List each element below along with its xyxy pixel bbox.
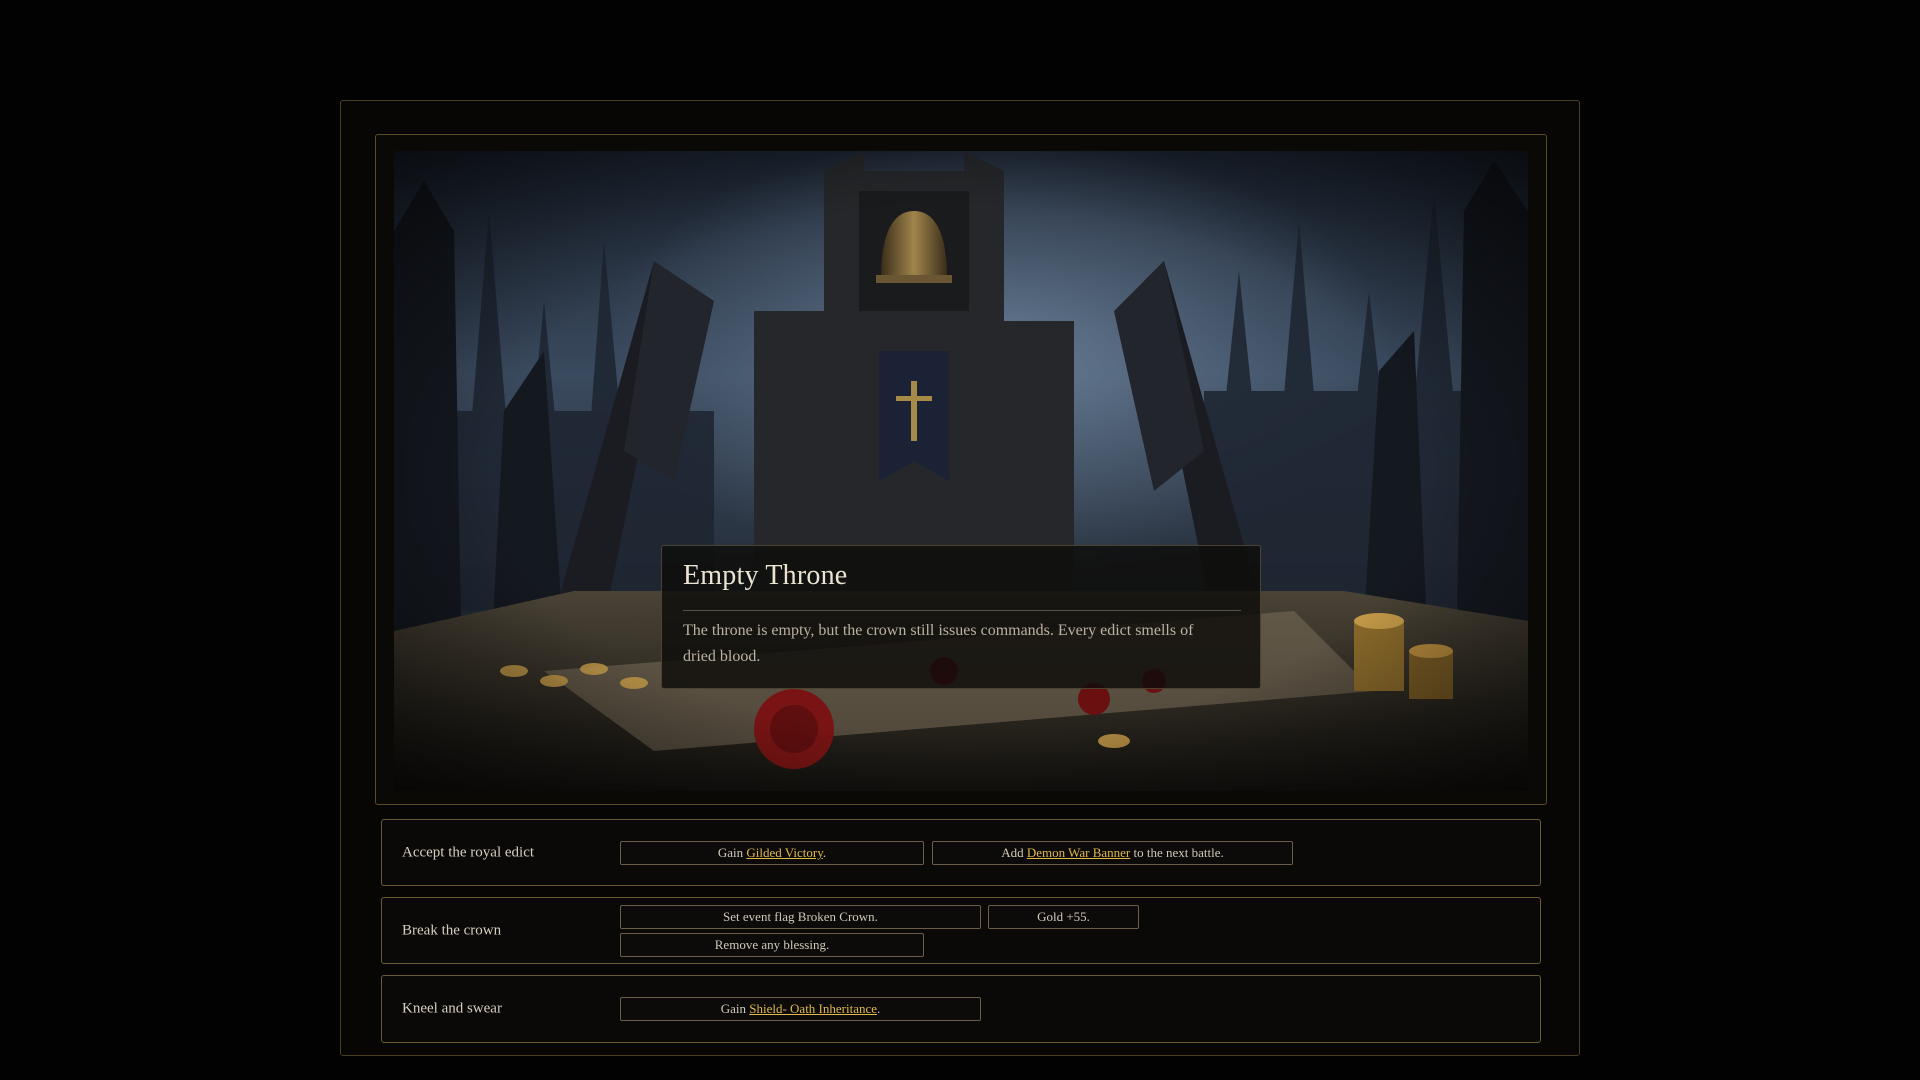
effect-text: .	[877, 1001, 881, 1016]
effect-text: Add	[1001, 845, 1027, 860]
event-illustration: Empty Throne The throne is empty, but th…	[394, 151, 1528, 791]
gothic-throne-scene	[394, 151, 1528, 791]
event-illustration-frame: Empty Throne The throne is empty, but th…	[375, 134, 1547, 805]
effect-text: Gold +55.	[1037, 909, 1090, 924]
effect-tag: Remove any blessing.	[620, 933, 924, 957]
effect-tag: Gain Shield- Oath Inheritance.	[620, 997, 981, 1021]
event-window: Empty Throne The throne is empty, but th…	[340, 100, 1580, 1056]
choice-kneel-and-swear[interactable]: Kneel and swear Gain Shield- Oath Inheri…	[381, 975, 1541, 1043]
choice-accept-royal-edict[interactable]: Accept the royal edict Gain Gilded Victo…	[381, 819, 1541, 886]
event-text-panel: Empty Throne The throne is empty, but th…	[661, 545, 1261, 689]
event-title: Empty Throne	[683, 560, 848, 591]
effect-tag: Set event flag Broken Crown.	[620, 905, 981, 929]
event-description: The throne is empty, but the crown still…	[683, 622, 1194, 665]
effect-text: Remove any blessing.	[714, 937, 830, 952]
choice-label: Break the crown	[402, 922, 502, 938]
choice-label: Kneel and swear	[402, 1000, 502, 1017]
effect-text: to the next battle.	[1130, 845, 1224, 860]
effect-link[interactable]: Demon War Banner	[1027, 845, 1130, 860]
effect-link[interactable]: Shield- Oath Inheritance	[749, 1001, 877, 1016]
title-divider	[683, 610, 1241, 611]
effect-text: Gain	[720, 1001, 750, 1016]
effect-text: Set event flag Broken Crown.	[723, 909, 878, 924]
effect-tag: Gold +55.	[988, 905, 1139, 929]
effect-text: Gain	[717, 845, 747, 860]
effect-tag: Add Demon War Banner to the next battle.	[932, 841, 1293, 865]
choice-label: Accept the royal edict	[402, 844, 535, 860]
effect-text: .	[822, 845, 827, 860]
choice-break-the-crown[interactable]: Break the crown Set event flag Broken Cr…	[381, 897, 1541, 964]
effect-link[interactable]: Gilded Victory	[746, 845, 822, 860]
effect-tag: Gain Gilded Victory.	[620, 841, 924, 865]
